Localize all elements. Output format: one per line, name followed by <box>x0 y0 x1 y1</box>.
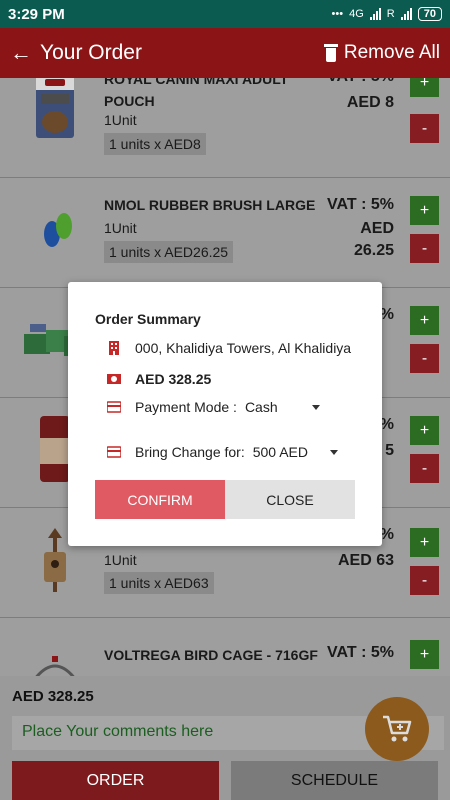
change-value: 500 AED <box>252 444 308 460</box>
item-unit: 1Unit <box>104 112 137 128</box>
product-image-rubber-brush <box>44 213 72 247</box>
notification-dots: ••• <box>331 8 344 20</box>
building-icon <box>109 341 119 355</box>
money-icon <box>107 374 121 384</box>
product-image-bird-cage <box>35 656 75 676</box>
app-bar: ← Your Order Remove All <box>0 28 450 78</box>
payment-mode-select[interactable]: Cash <box>245 399 320 415</box>
increase-quantity-button[interactable]: + <box>410 416 439 445</box>
remove-all-label: Remove All <box>343 42 440 63</box>
order-button[interactable]: ORDER <box>12 761 219 800</box>
change-label: Bring Change for: <box>135 444 245 460</box>
battery-icon: 70 <box>417 7 442 21</box>
payment-mode-label: Payment Mode : <box>135 399 237 415</box>
item-name: ROYAL CANIN MAXI ADULT POUCH <box>104 78 289 109</box>
item-price: AED 8 <box>346 94 394 111</box>
status-time: 3:29 PM <box>8 5 65 23</box>
item-name: NMOL RUBBER BRUSH LARGE <box>104 197 316 213</box>
summary-address-row: 000, Khalidiya Towers, Al Khalidiya <box>107 340 351 356</box>
decrease-quantity-button[interactable]: - <box>410 234 439 263</box>
payment-mode-row: Payment Mode : Cash <box>107 399 320 415</box>
item-price: AED 26.25 <box>353 220 394 259</box>
payment-mode-value: Cash <box>244 399 278 415</box>
item-unit: 1Unit <box>104 220 137 236</box>
signal-icon-2 <box>400 8 412 20</box>
signal-icon <box>369 8 381 20</box>
page-title: Your Order <box>40 41 142 64</box>
item-unit: 1Unit <box>104 552 137 568</box>
trash-icon <box>323 44 338 62</box>
item-price: AED 63 <box>337 552 394 569</box>
decrease-quantity-button[interactable]: - <box>410 566 439 595</box>
status-bar: 3:29 PM ••• 4G R 70 <box>0 0 450 28</box>
change-select[interactable]: 500 AED <box>253 444 338 460</box>
summary-amount-row: AED 328.25 <box>107 371 211 387</box>
product-image-royal-canin <box>36 78 74 138</box>
summary-address: 000, Khalidiya Towers, Al Khalidiya <box>135 340 352 356</box>
confirm-button[interactable]: CONFIRM <box>95 480 225 519</box>
item-quantity-chip: 1 units x AED8 <box>104 133 206 155</box>
dropdown-caret-icon <box>311 404 320 410</box>
cart-fab-button[interactable] <box>365 697 429 761</box>
increase-quantity-button[interactable]: + <box>410 196 439 225</box>
item-vat: VAT : 5% <box>327 78 394 86</box>
dialog-title: Order Summary <box>95 311 201 327</box>
decrease-quantity-button[interactable]: - <box>410 114 439 143</box>
status-icons: ••• 4G R 70 <box>332 7 442 21</box>
list-item: VOLTREGA BIRD CAGE - 716GF VAT : 5% + <box>0 618 450 676</box>
increase-quantity-button[interactable]: + <box>410 640 439 669</box>
change-row: Bring Change for: 500 AED <box>107 444 338 460</box>
decrease-quantity-button[interactable]: - <box>410 344 439 373</box>
item-price: 5 <box>385 442 394 459</box>
decrease-quantity-button[interactable]: - <box>410 454 439 483</box>
close-button[interactable]: CLOSE <box>225 480 355 519</box>
item-quantity-chip: 1 units x AED26.25 <box>104 241 234 263</box>
item-quantity-chip: 1 units x AED63 <box>104 572 214 594</box>
increase-quantity-button[interactable]: + <box>410 78 439 97</box>
network-roaming-label: R <box>386 8 395 20</box>
network-4g-label: 4G <box>349 8 364 20</box>
back-arrow-icon[interactable]: ← <box>10 40 32 66</box>
dropdown-caret-icon <box>330 449 338 455</box>
list-item: NMOL RUBBER BRUSH LARGE VAT : 5% AED 26.… <box>0 178 450 288</box>
remove-all-button[interactable]: Remove All <box>323 42 440 64</box>
order-summary-dialog: Order Summary 000, Khalidiya Towers, Al … <box>68 282 382 546</box>
increase-quantity-button[interactable]: + <box>410 306 439 335</box>
list-item: ROYAL CANIN MAXI ADULT POUCH VAT : 5% AE… <box>0 78 450 178</box>
card-icon <box>107 446 121 458</box>
card-icon <box>107 401 121 413</box>
order-total: AED 328.25 <box>12 688 94 705</box>
item-vat: VAT : 5% <box>327 196 394 213</box>
increase-quantity-button[interactable]: + <box>410 528 439 557</box>
summary-amount: AED 328.25 <box>135 371 212 387</box>
item-vat: VAT : 5% <box>327 644 394 661</box>
item-name: VOLTREGA BIRD CAGE - 716GF <box>104 647 318 663</box>
cart-icon <box>383 715 412 742</box>
schedule-button[interactable]: SCHEDULE <box>231 761 438 800</box>
